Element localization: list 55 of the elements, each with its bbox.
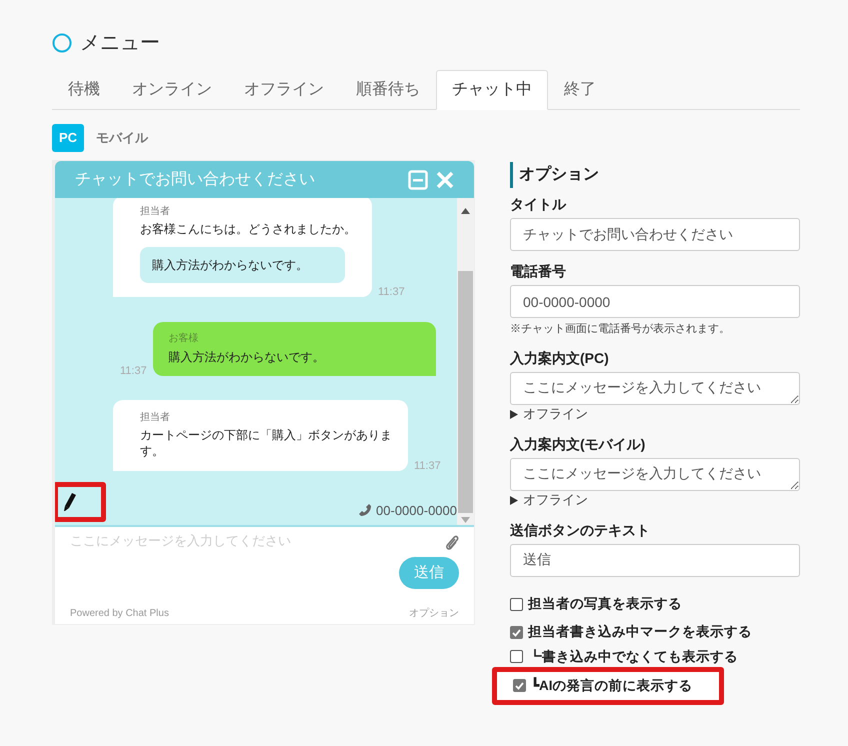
circle-icon	[52, 33, 72, 53]
checkbox-label: ┗AIの発言の前に表示する	[531, 676, 692, 695]
message-text: お客様こんにちは。どうされましたか。	[140, 221, 357, 237]
section-title: メニュー	[80, 31, 160, 56]
text-field[interactable]: 00-0000-0000	[510, 285, 800, 318]
offline-toggle[interactable]: オフライン	[510, 490, 800, 510]
offline-toggle[interactable]: オフライン	[510, 404, 800, 424]
text-area[interactable]: ここにメッセージを入力してください	[510, 372, 800, 404]
phone-number: 00-0000-0000	[376, 502, 457, 520]
text-field[interactable]: 送信	[510, 544, 800, 576]
checkbox[interactable]	[513, 679, 526, 692]
field-label: 入力案内文(PC)	[510, 348, 610, 368]
text-area[interactable]: ここにメッセージを入力してください	[510, 458, 800, 490]
field-label: 電話番号	[510, 262, 567, 281]
tab[interactable]: 順番待ち	[340, 70, 436, 110]
field-note: ※チャット画面に電話番号が表示されます。	[510, 322, 731, 337]
timestamp: 11:37	[378, 284, 405, 300]
checkbox-row[interactable]: ┗AIの発言の前に表示する	[492, 666, 724, 705]
tab[interactable]: チャット中	[436, 70, 548, 110]
pen-icon	[63, 492, 77, 512]
text-field[interactable]: チャットでお問い合わせください	[510, 218, 800, 251]
timestamp: 11:37	[414, 458, 441, 474]
quoted-message: 購入方法がわからないです。	[140, 247, 345, 283]
field-label: 入力案内文(モバイル)	[510, 434, 646, 454]
sender-name: 担当者	[140, 204, 171, 219]
checkbox[interactable]	[510, 626, 523, 639]
checkbox-row[interactable]: 担当者の写真を表示する	[510, 590, 800, 618]
timestamp: 11:37	[120, 364, 147, 378]
checkbox[interactable]	[510, 650, 523, 664]
checkbox-row[interactable]: ┗書き込み中でなくても表示する	[510, 646, 800, 667]
sender-name: お客様	[168, 332, 200, 346]
phone-icon	[358, 503, 372, 518]
field-label: タイトル	[510, 195, 568, 214]
tab[interactable]: 終了	[548, 70, 612, 110]
scrollbar[interactable]	[457, 198, 474, 525]
triangle-icon	[510, 410, 518, 418]
options-heading: オプション	[510, 162, 800, 188]
scroll-up-icon[interactable]	[461, 208, 470, 214]
sender-name: 担当者	[140, 410, 171, 425]
message-text: カートページの下部に「購入」ボタンがあります。	[140, 427, 393, 459]
checkbox-label: 担当者書き込み中マークを表示する	[528, 623, 752, 642]
chat-title: チャットでお問い合わせください	[75, 170, 316, 190]
field-label: 送信ボタンのテキスト	[510, 520, 651, 540]
message-text: 購入方法がわからないです。	[168, 349, 326, 366]
checkbox-row[interactable]: 担当者書き込み中マークを表示する	[510, 618, 800, 646]
tab[interactable]: オンライン	[116, 70, 228, 110]
checkbox-label: 担当者の写真を表示する	[528, 595, 682, 614]
paperclip-icon[interactable]	[445, 535, 459, 551]
tab[interactable]: 待機	[52, 70, 116, 110]
tab[interactable]: オフライン	[228, 70, 340, 110]
checkbox-label: ┗書き込み中でなくても表示する	[528, 648, 738, 666]
triangle-icon	[510, 496, 518, 504]
device-tab[interactable]: モバイル	[96, 124, 148, 152]
powered-by-text: Powered by Chat Plus	[70, 607, 169, 621]
checkbox[interactable]	[510, 598, 523, 611]
